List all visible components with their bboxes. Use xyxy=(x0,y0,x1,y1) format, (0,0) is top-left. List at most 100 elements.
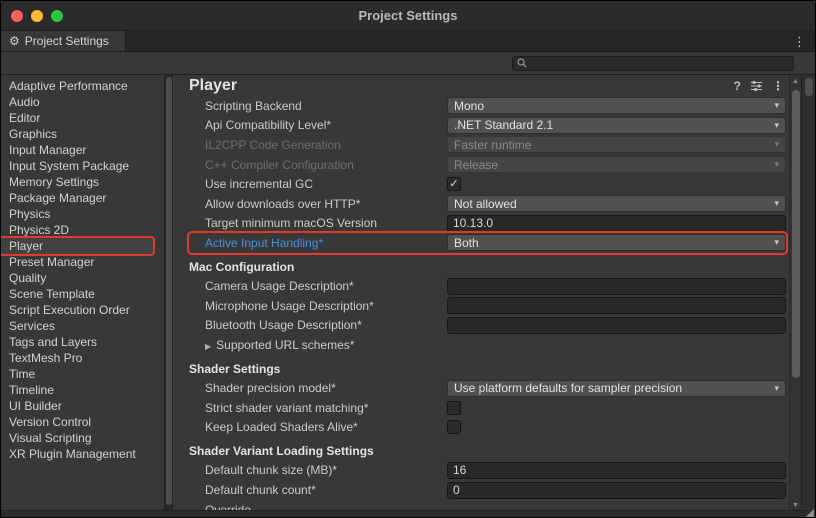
field-default-chunk-count[interactable]: 0 xyxy=(447,482,786,499)
settings-row-shader-precision-model: Shader precision model* Use platform defa… xyxy=(189,378,786,398)
settings-row-shader-settings: Shader Settings xyxy=(189,359,786,379)
dropdown-allow-downloads-over-http[interactable]: Not allowed▾ xyxy=(447,195,786,212)
settings-row-keep-loaded-shaders-alive: Keep Loaded Shaders Alive* xyxy=(189,418,786,438)
sidebar-item-timeline[interactable]: Timeline xyxy=(1,382,153,398)
resize-grip-icon[interactable]: ◢ xyxy=(806,508,814,518)
field-target-minimum-macos-version[interactable]: 10.13.0 xyxy=(447,215,786,232)
search-box[interactable] xyxy=(512,56,794,71)
checkbox-strict-shader-variant-matching[interactable] xyxy=(447,401,461,415)
content-header: Player ? ⋮ xyxy=(189,76,786,96)
field-bluetooth-usage-description[interactable] xyxy=(447,317,786,334)
content-scrollbar-thumb[interactable] xyxy=(792,90,800,378)
settings-row-il2cpp-code-generation: IL2CPP Code GenerationFaster runtime▾ xyxy=(189,135,786,155)
dropdown-il2cpp-code-generation[interactable]: Faster runtime▾ xyxy=(447,136,786,153)
settings-row-allow-downloads-over-http: Allow downloads over HTTP*Not allowed▾ xyxy=(189,194,786,214)
row-label-il2cpp-code-generation: IL2CPP Code Generation xyxy=(189,138,447,152)
field-camera-usage-description[interactable] xyxy=(447,278,786,295)
sidebar-item-package-manager[interactable]: Package Manager xyxy=(1,190,153,206)
sidebar-item-graphics[interactable]: Graphics xyxy=(1,126,153,142)
settings-row-camera-usage-description: Camera Usage Description* xyxy=(189,276,786,296)
field-default-chunk-size-mb[interactable]: 16 xyxy=(447,462,786,479)
sidebar-item-textmesh-pro[interactable]: TextMesh Pro xyxy=(1,350,153,366)
panel-kebab-menu-icon[interactable]: ⋮ xyxy=(772,79,784,93)
main-body: Adaptive PerformanceAudioEditorGraphicsI… xyxy=(1,75,815,517)
dropdown-arrow-icon: ▾ xyxy=(774,139,779,150)
window-scrollbar[interactable] xyxy=(801,75,815,517)
row-label-default-chunk-count: Default chunk count* xyxy=(189,483,447,497)
settings-row-mac-configuration: Mac Configuration xyxy=(189,257,786,277)
settings-row-use-incremental-gc: Use incremental GC✓ xyxy=(189,174,786,194)
sidebar-item-quality[interactable]: Quality xyxy=(1,270,153,286)
dropdown-value: Not allowed xyxy=(454,197,770,211)
horizontal-scrollbar[interactable]: ◢ xyxy=(1,510,815,517)
sidebar-item-adaptive-performance[interactable]: Adaptive Performance xyxy=(1,78,153,94)
row-label-bluetooth-usage-description: Bluetooth Usage Description* xyxy=(189,318,447,332)
sidebar-item-input-manager[interactable]: Input Manager xyxy=(1,142,153,158)
sidebar-item-time[interactable]: Time xyxy=(1,366,153,382)
gear-icon: ⚙ xyxy=(9,34,20,48)
sidebar-item-ui-builder[interactable]: UI Builder xyxy=(1,398,153,414)
help-icon[interactable]: ? xyxy=(734,79,741,93)
row-label-supported-url-schemes[interactable]: ▶Supported URL schemes* xyxy=(189,338,447,352)
sidebar-item-physics-2d[interactable]: Physics 2D xyxy=(1,222,153,238)
dropdown-c-compiler-configuration[interactable]: Release▾ xyxy=(447,156,786,173)
sidebar-item-services[interactable]: Services xyxy=(1,318,153,334)
project-settings-window: Project Settings ⚙ Project Settings ⋮ Ad… xyxy=(0,0,816,518)
scroll-up-icon[interactable]: ▲ xyxy=(790,78,801,85)
dropdown-value: Release xyxy=(454,158,770,172)
sidebar-scrollbar[interactable] xyxy=(164,75,173,517)
sidebar-item-input-system-package[interactable]: Input System Package xyxy=(1,158,153,174)
settings-row-target-minimum-macos-version: Target minimum macOS Version10.13.0 xyxy=(189,214,786,234)
row-label-strict-shader-variant-matching: Strict shader variant matching* xyxy=(189,401,447,415)
row-label-target-minimum-macos-version: Target minimum macOS Version xyxy=(189,216,447,230)
settings-row-c-compiler-configuration: C++ Compiler ConfigurationRelease▾ xyxy=(189,155,786,175)
sidebar-item-tags-and-layers[interactable]: Tags and Layers xyxy=(1,334,153,350)
sidebar-scrollbar-thumb[interactable] xyxy=(166,77,172,505)
row-label-keep-loaded-shaders-alive: Keep Loaded Shaders Alive* xyxy=(189,420,447,434)
minimize-button[interactable] xyxy=(31,10,43,22)
dropdown-arrow-icon: ▾ xyxy=(774,120,779,131)
settings-row-active-input-handling: Active Input Handling*Both▾ xyxy=(189,233,786,253)
sidebar-item-physics[interactable]: Physics xyxy=(1,206,153,222)
sidebar-item-memory-settings[interactable]: Memory Settings xyxy=(1,174,153,190)
sidebar-item-xr-plugin-management[interactable]: XR Plugin Management xyxy=(1,446,153,462)
tab-project-settings[interactable]: ⚙ Project Settings xyxy=(1,31,126,51)
window-scrollbar-thumb[interactable] xyxy=(805,78,813,96)
row-label-allow-downloads-over-http: Allow downloads over HTTP* xyxy=(189,197,447,211)
presets-icon[interactable] xyxy=(750,80,763,92)
close-button[interactable] xyxy=(11,10,23,22)
settings-row-scripting-backend: Scripting BackendMono▾ xyxy=(189,96,786,116)
sidebar-item-scene-template[interactable]: Scene Template xyxy=(1,286,153,302)
sidebar-item-version-control[interactable]: Version Control xyxy=(1,414,153,430)
sidebar-item-audio[interactable]: Audio xyxy=(1,94,153,110)
dropdown-value: Use platform defaults for sampler precis… xyxy=(454,381,770,395)
sidebar-item-script-execution-order[interactable]: Script Execution Order xyxy=(1,302,153,318)
sidebar-item-editor[interactable]: Editor xyxy=(1,110,153,126)
tab-label: Project Settings xyxy=(25,34,109,48)
settings-row-default-chunk-size-mb: Default chunk size (MB)*16 xyxy=(189,461,786,481)
dropdown-api-compatibility-level[interactable]: .NET Standard 2.1▾ xyxy=(447,117,786,134)
field-microphone-usage-description[interactable] xyxy=(447,297,786,314)
row-label-microphone-usage-description: Microphone Usage Description* xyxy=(189,299,447,313)
foldout-arrow-icon[interactable]: ▶ xyxy=(205,342,211,351)
search-input[interactable] xyxy=(531,57,789,70)
dropdown-scripting-backend[interactable]: Mono▾ xyxy=(447,97,786,114)
sidebar-item-visual-scripting[interactable]: Visual Scripting xyxy=(1,430,153,446)
row-label-shader-precision-model: Shader precision model* xyxy=(189,381,447,395)
row-label-c-compiler-configuration: C++ Compiler Configuration xyxy=(189,158,447,172)
dropdown-shader-precision-model[interactable]: Use platform defaults for sampler precis… xyxy=(447,380,786,397)
checkbox-use-incremental-gc[interactable]: ✓ xyxy=(447,177,461,191)
sidebar-item-preset-manager[interactable]: Preset Manager xyxy=(1,254,153,270)
dropdown-value: Both xyxy=(454,236,770,250)
settings-panel: Player ? ⋮ Scripting BackendMono▾ Api Com… xyxy=(173,75,789,517)
row-label-api-compatibility-level: Api Compatibility Level* xyxy=(189,118,447,132)
row-label-shader-variant-loading-settings: Shader Variant Loading Settings xyxy=(189,444,447,458)
scroll-down-icon[interactable]: ▼ xyxy=(790,502,801,509)
zoom-button[interactable] xyxy=(51,10,63,22)
tabbar-kebab-menu-icon[interactable]: ⋮ xyxy=(793,34,806,50)
traffic-lights xyxy=(1,10,63,22)
sidebar-item-player[interactable]: Player xyxy=(1,238,153,254)
dropdown-active-input-handling[interactable]: Both▾ xyxy=(447,234,786,251)
checkbox-keep-loaded-shaders-alive[interactable] xyxy=(447,420,461,434)
content-scrollbar[interactable]: ▲ ▼ xyxy=(789,75,801,517)
